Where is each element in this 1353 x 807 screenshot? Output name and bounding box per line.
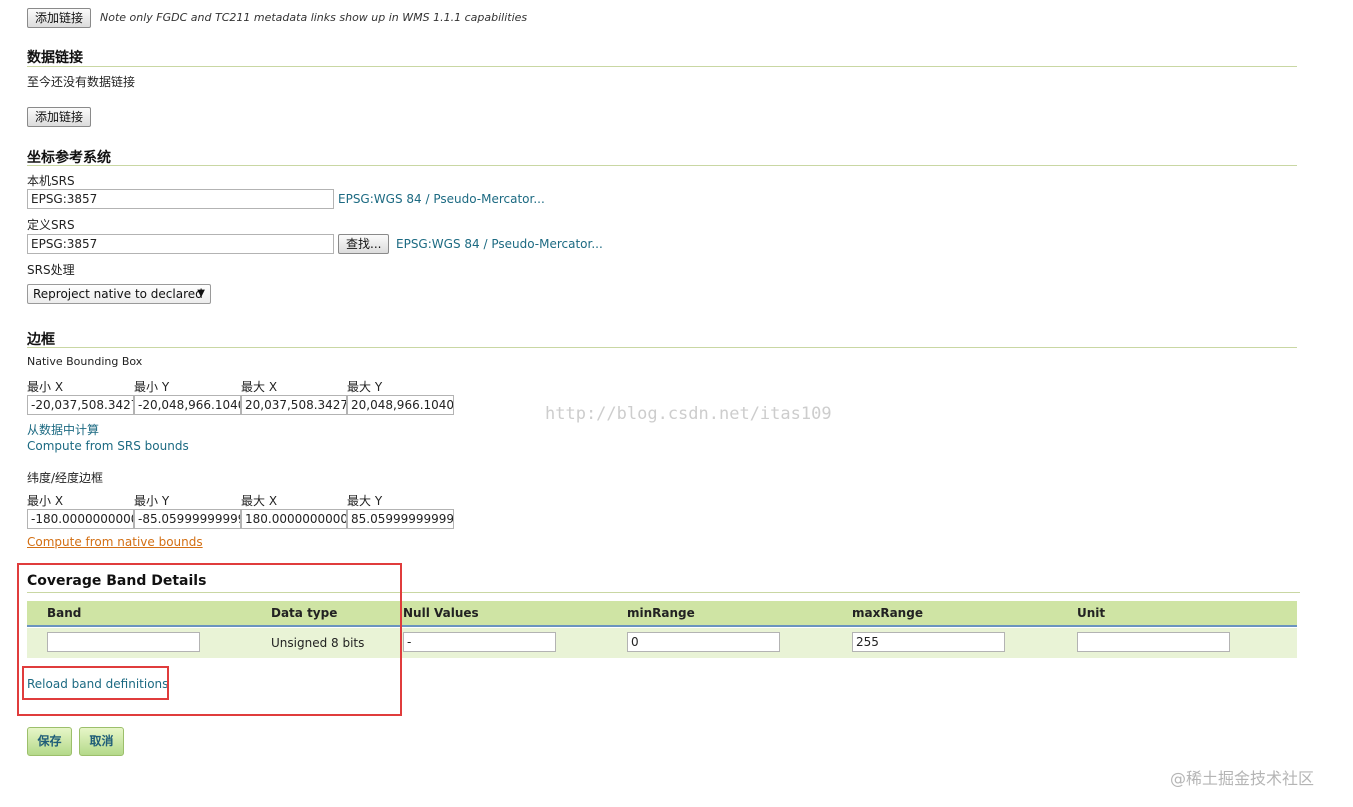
column-max-range: maxRange <box>852 606 923 620</box>
declared-srs-link[interactable]: EPSG:WGS 84 / Pseudo-Mercator... <box>396 237 603 251</box>
bbox-heading: 边框 <box>27 332 55 348</box>
native-srs-link[interactable]: EPSG:WGS 84 / Pseudo-Mercator... <box>338 192 545 206</box>
native-maxy-input[interactable]: 20,048,966.10401 <box>347 395 454 415</box>
declared-srs-label: 定义SRS <box>27 218 75 232</box>
find-srs-button[interactable]: 查找... <box>338 234 390 254</box>
section-divider <box>27 66 1297 67</box>
latlon-minx-label: 最小 X <box>27 494 64 508</box>
srs-handling-label: SRS处理 <box>27 263 75 277</box>
compute-from-data-link[interactable]: 从数据中计算 <box>27 421 99 438</box>
latlon-maxx-label: 最大 X <box>241 494 278 508</box>
metadata-note: Note only FGDC and TC211 metadata links … <box>100 11 528 24</box>
column-null-values: Null Values <box>403 606 479 620</box>
compute-from-native-link[interactable]: Compute from native bounds <box>27 535 203 549</box>
native-minx-input[interactable]: -20,037,508.34278 <box>27 395 134 415</box>
srs-handling-value: Reproject native to declared <box>33 287 203 301</box>
min-range-input[interactable]: 0 <box>627 632 780 652</box>
latlon-maxx-input[interactable]: 180.0000000000000 <box>241 509 347 529</box>
cancel-button[interactable]: 取消 <box>79 727 124 756</box>
native-maxy-label: 最大 Y <box>347 380 383 394</box>
compute-from-srs-link[interactable]: Compute from SRS bounds <box>27 439 189 453</box>
column-unit: Unit <box>1077 606 1106 620</box>
footer-watermark: @稀土掘金技术社区 <box>1170 769 1315 788</box>
no-data-links-text: 至今还没有数据链接 <box>27 75 136 89</box>
section-divider <box>27 165 1297 166</box>
max-range-input[interactable]: 255 <box>852 632 1005 652</box>
latlon-minx-input[interactable]: -180.0000000000000 <box>27 509 134 529</box>
column-min-range: minRange <box>627 606 695 620</box>
chevron-down-icon: ▼ <box>197 288 205 299</box>
save-button[interactable]: 保存 <box>27 727 72 756</box>
add-metadata-link-button[interactable]: 添加链接 <box>27 8 92 28</box>
srs-handling-select[interactable]: Reproject native to declared ▼ <box>27 284 211 304</box>
latlon-bbox-label: 纬度/经度边框 <box>27 471 104 485</box>
native-miny-label: 最小 Y <box>134 380 170 394</box>
native-bbox-label: Native Bounding Box <box>27 355 143 368</box>
crs-heading: 坐标参考系统 <box>27 150 111 166</box>
latlon-miny-input[interactable]: -85.0599999999999 <box>134 509 241 529</box>
latlon-miny-label: 最小 Y <box>134 494 170 508</box>
native-maxx-input[interactable]: 20,037,508.34278 <box>241 395 347 415</box>
null-values-input[interactable]: - <box>403 632 556 652</box>
declared-srs-input[interactable]: EPSG:3857 <box>27 234 334 254</box>
latlon-maxy-input[interactable]: 85.0599999999999 <box>347 509 454 529</box>
native-miny-input[interactable]: -20,048,966.10401 <box>134 395 241 415</box>
add-data-link-button[interactable]: 添加链接 <box>27 107 92 127</box>
highlight-box <box>22 666 169 700</box>
native-maxx-label: 最大 X <box>241 380 278 394</box>
native-srs-label: 本机SRS <box>27 174 75 188</box>
native-srs-input[interactable]: EPSG:3857 <box>27 189 334 209</box>
section-divider <box>27 347 1297 348</box>
data-links-heading: 数据链接 <box>27 50 83 66</box>
unit-input[interactable] <box>1077 632 1230 652</box>
native-minx-label: 最小 X <box>27 380 64 394</box>
latlon-maxy-label: 最大 Y <box>347 494 383 508</box>
blog-watermark: http://blog.csdn.net/itas109 <box>545 404 832 424</box>
